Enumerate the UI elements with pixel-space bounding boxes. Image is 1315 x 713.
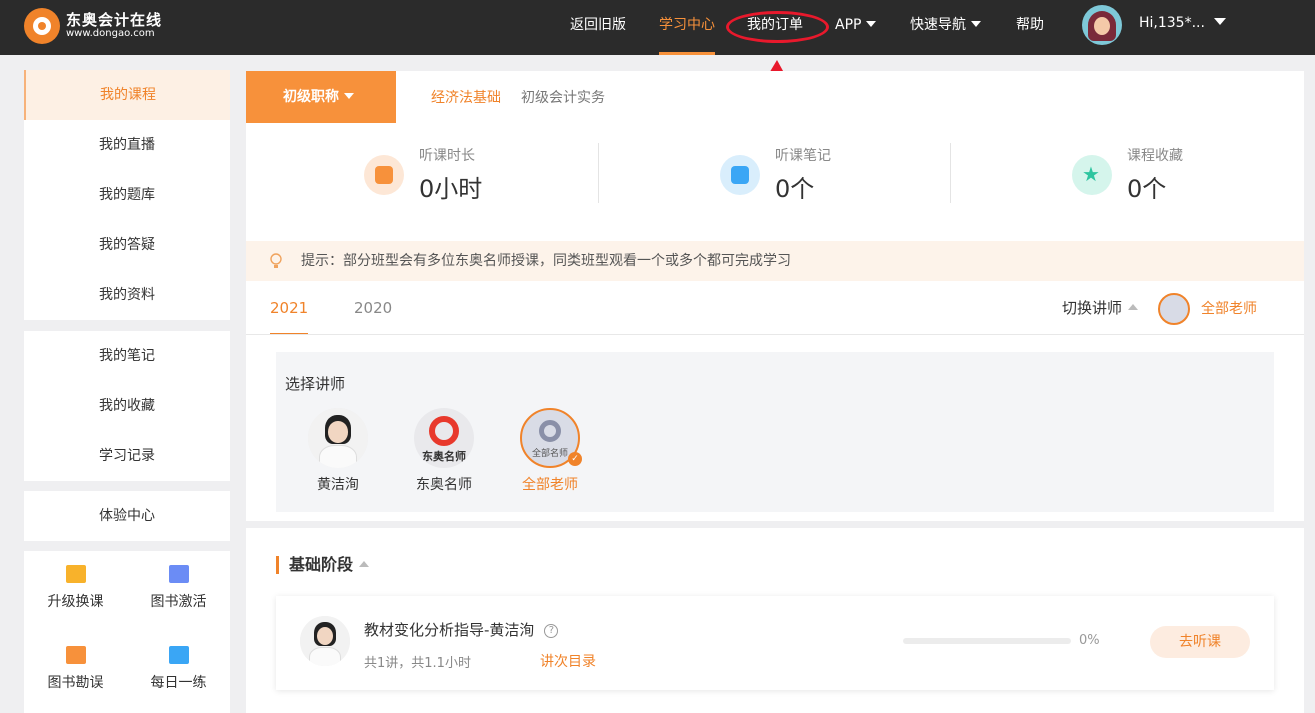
teacher-option-huang[interactable]: 黄洁洵 [298,408,378,494]
all-teachers-icon: 全部名师 ✓ [520,408,582,468]
stat-value: 0小时 [419,175,483,203]
stat-value: 0个 [1127,175,1167,203]
logo-caption: 东奥名师 [422,450,466,463]
dongao-logo-icon: 东奥名师 [414,408,474,468]
divider [950,143,951,203]
practice-icon [168,646,189,664]
tool-label: 升级换课 [47,594,104,610]
nav-quick-nav-label: 快速导航 [910,17,966,33]
tip-text: 提示：部分班型会有多位东奥名师授课，同类班型观看一个或多个都可完成学习 [301,253,791,269]
stat-value: 0个 [775,175,815,203]
switch-teacher-toggle[interactable]: 切换讲师 [1062,297,1139,318]
teacher-name: 黄洁洵 [317,477,359,493]
top-bar: 东奥会计在线 www.dongao.com 返回旧版 学习中心 我的订单 APP… [0,0,1315,55]
teacher-option-dongao[interactable]: 东奥名师 东奥名师 [404,408,484,494]
divider [598,143,599,203]
logo-icon [24,8,60,44]
current-teacher-label[interactable]: 全部老师 [1201,298,1257,318]
user-greeting[interactable]: Hi,135*... [1139,0,1205,46]
tab-year-2021[interactable]: 2021 [270,285,309,335]
tip-banner: 提示：部分班型会有多位东奥名师授课，同类班型观看一个或多个都可完成学习 [246,241,1304,281]
sidebar-item-my-live[interactable]: 我的直播 [24,120,230,170]
start-learning-button[interactable]: 去听课 [1150,626,1250,658]
logo[interactable]: 东奥会计在线 www.dongao.com [24,6,164,46]
sidebar-group-records: 我的笔记 我的收藏 学习记录 [24,331,230,481]
card-icon [168,565,189,583]
tool-label: 图书激活 [150,594,207,610]
clock-icon [364,155,404,195]
course-title: 教材变化分析指导-黄洁洵? [364,619,559,640]
teacher-name: 全部老师 [522,477,578,493]
sidebar-item-my-favorites[interactable]: 我的收藏 [24,381,230,431]
sidebar-tools: 升级换课 图书激活 图书勘误 每日一练 [24,551,230,713]
upgrade-icon [65,565,86,583]
check-icon: ✓ [568,452,582,466]
course-card: 教材变化分析指导-黄洁洵? 共1讲，共1.1小时 讲次目录 0% 去听课 [276,596,1274,690]
teacher-select-title: 选择讲师 [285,375,346,393]
stat-label: 听课时长 [419,148,475,164]
book-icon [65,646,86,664]
stage-title-toggle[interactable]: 基础阶段 [276,555,370,574]
sidebar-item-my-notes[interactable]: 我的笔记 [24,331,230,381]
tool-label: 图书勘误 [47,675,104,691]
lecture-list-link[interactable]: 讲次目录 [540,651,596,671]
sidebar-group-main: 我的课程 我的直播 我的题库 我的答疑 我的资料 [24,70,230,320]
subject-dropdown[interactable]: 初级职称 [246,71,396,123]
tool-daily-practice[interactable]: 每日一练 [127,632,230,711]
logo-name: 东奥会计在线 [66,11,163,29]
sidebar-item-question-bank[interactable]: 我的题库 [24,170,230,220]
sidebar-item-experience-center[interactable]: 体验中心 [24,491,230,541]
sidebar-item-my-materials[interactable]: 我的资料 [24,270,230,320]
sidebar-item-study-history[interactable]: 学习记录 [24,431,230,481]
chevron-up-icon [359,561,370,567]
tab-year-2020[interactable]: 2020 [354,285,392,335]
stat-label: 听课笔记 [775,148,831,164]
help-icon[interactable]: ? [544,624,559,638]
all-teachers-logo-icon [1158,293,1190,325]
stage-title: 基础阶段 [289,555,354,574]
nav-app[interactable]: APP [835,0,877,55]
switch-teacher-label: 切换讲师 [1062,299,1123,317]
chevron-down-icon [866,21,877,27]
course-meta: 共1讲，共1.1小时 [364,656,471,671]
teacher-option-all[interactable]: 全部名师 ✓ 全部老师 [510,408,590,494]
tool-upgrade-course[interactable]: 升级换课 [24,551,127,630]
lightbulb-icon [270,253,282,268]
logo-url: www.dongao.com [66,28,155,39]
stage-panel: 基础阶段 教材变化分析指导-黄洁洵? 共1讲，共1.1小时 讲次目录 0% 去听… [246,528,1304,713]
divider [246,334,1304,335]
note-icon [720,155,760,195]
sidebar-group-experience: 体验中心 [24,491,230,541]
course-title-text: 教材变化分析指导-黄洁洵 [364,621,535,639]
tool-label: 每日一练 [150,675,207,691]
avatar[interactable] [1082,5,1122,45]
nav-quick-nav[interactable]: 快速导航 [910,0,981,55]
teacher-select-panel: 选择讲师 黄洁洵 东奥名师 东奥名师 全部名师 ✓ 全部老师 [276,352,1274,512]
teacher-avatar [308,408,368,468]
progress-bar [903,638,1071,644]
chevron-down-icon [344,93,354,99]
progress-text: 0% [1079,633,1100,648]
nav-app-label: APP [835,17,862,33]
chevron-down-icon [971,21,981,27]
subject-dropdown-label: 初级职称 [283,89,339,105]
nav-old-version[interactable]: 返回旧版 [570,0,626,55]
teacher-avatar [300,616,350,666]
user-menu-chevron-icon[interactable] [1214,18,1226,25]
nav-help[interactable]: 帮助 [1016,0,1044,55]
chevron-up-icon [1128,304,1139,310]
sidebar-item-my-qa[interactable]: 我的答疑 [24,220,230,270]
subject-link-accounting-practice[interactable]: 初级会计实务 [521,71,605,125]
teacher-name: 东奥名师 [416,477,472,493]
annotation-ring [726,11,829,43]
nav-study-center[interactable]: 学习中心 [659,0,715,55]
stat-label: 课程收藏 [1127,148,1183,164]
course-panel: 初级职称 经济法基础 初级会计实务 听课时长 0小时 听课笔记 0个 ★ 课程收… [246,71,1304,521]
sidebar-item-my-courses[interactable]: 我的课程 [24,70,230,120]
tool-book-errata[interactable]: 图书勘误 [24,632,127,711]
subject-link-economic-law[interactable]: 经济法基础 [431,71,501,125]
star-icon: ★ [1072,155,1112,195]
tool-book-activate[interactable]: 图书激活 [127,551,230,630]
